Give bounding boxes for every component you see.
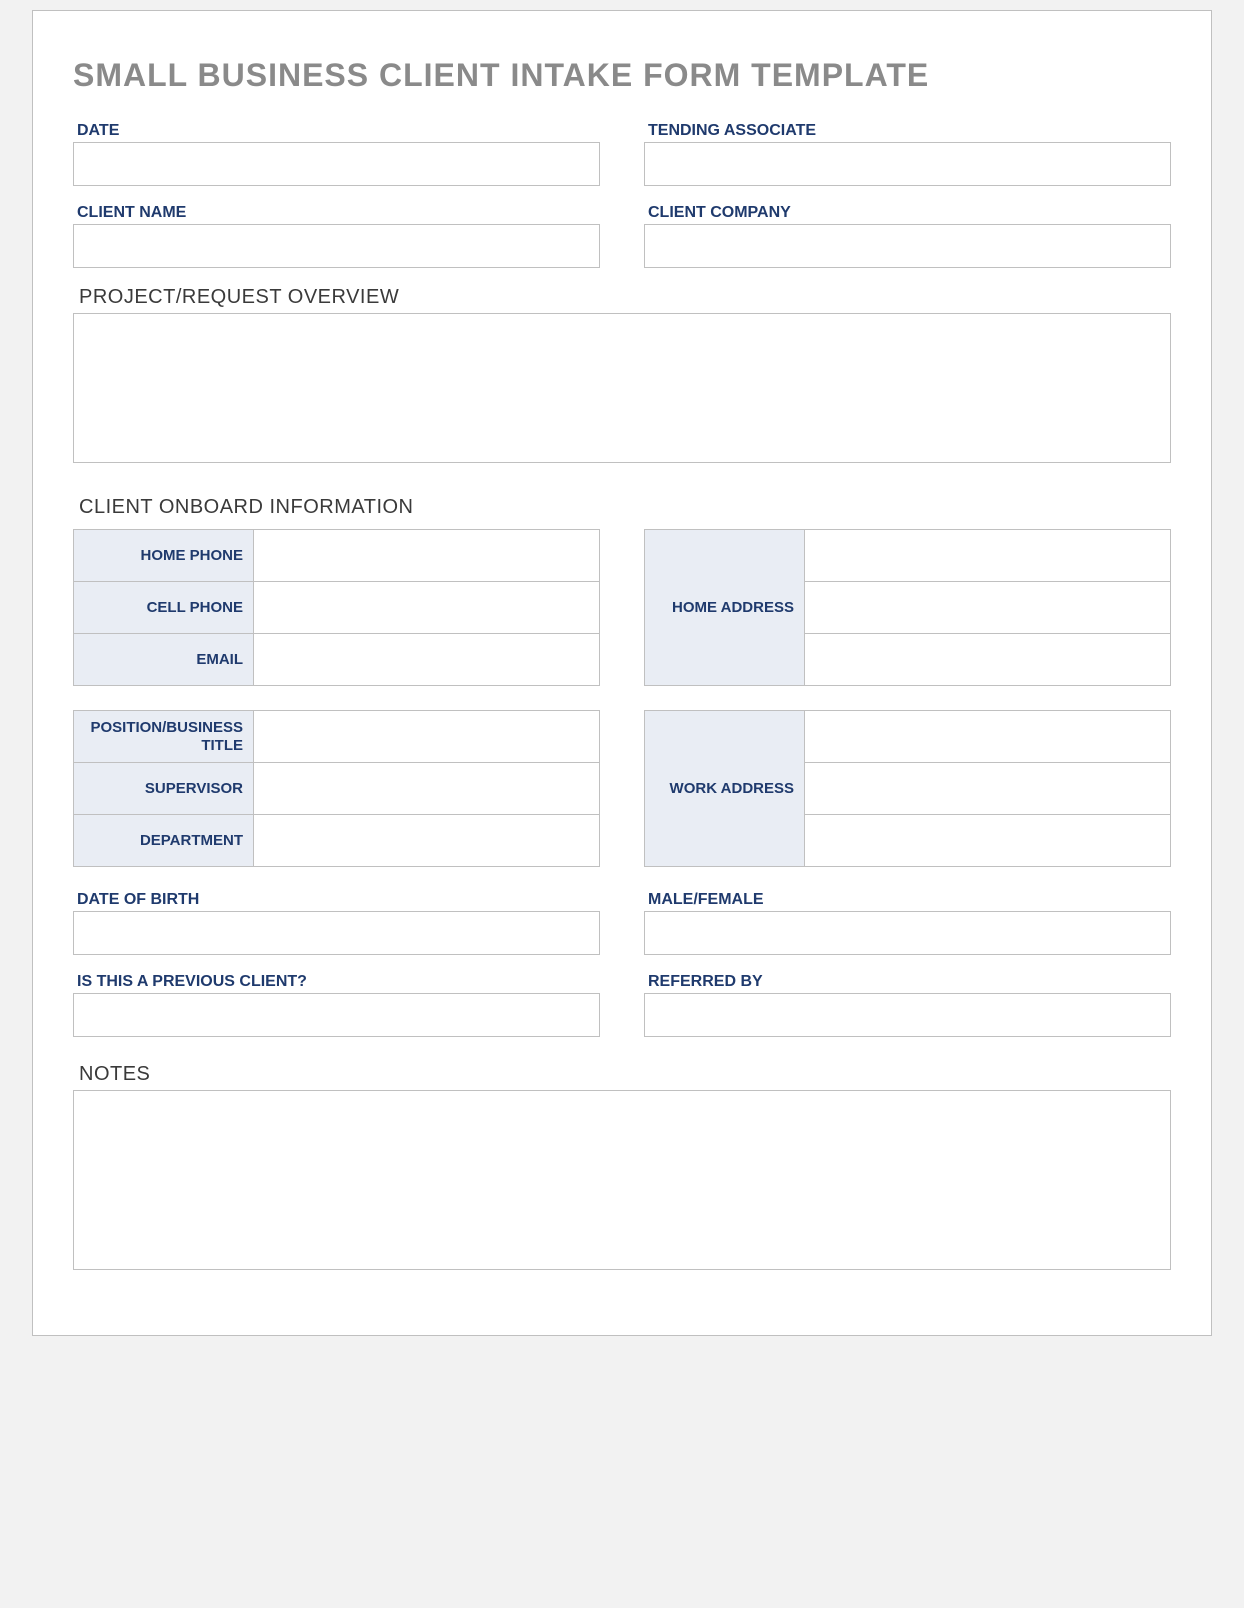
department-label: DEPARTMENT	[74, 815, 254, 867]
date-label: DATE	[77, 122, 600, 140]
onboard-group-1: HOME PHONE CELL PHONE EMAIL HOME ADDRESS	[73, 529, 1171, 686]
previous-client-label: IS THIS A PREVIOUS CLIENT?	[77, 973, 600, 991]
previous-client-field[interactable]	[73, 993, 600, 1037]
home-phone-label: HOME PHONE	[74, 530, 254, 582]
email-label: EMAIL	[74, 634, 254, 686]
onboard-group-2: POSITION/BUSINESS TITLE SUPERVISOR DEPAR…	[73, 710, 1171, 867]
home-address-line2[interactable]	[815, 585, 1164, 630]
overview-area[interactable]	[73, 313, 1171, 463]
date-field[interactable]	[73, 142, 600, 186]
cell-phone-label: CELL PHONE	[74, 582, 254, 634]
work-address-line3[interactable]	[815, 818, 1164, 863]
work-address-table: WORK ADDRESS	[644, 710, 1171, 867]
sex-label: MALE/FEMALE	[648, 891, 1171, 909]
work-address-label: WORK ADDRESS	[645, 711, 805, 867]
client-name-label: CLIENT NAME	[77, 204, 600, 222]
dob-label: DATE OF BIRTH	[77, 891, 600, 909]
email-field[interactable]	[264, 637, 593, 682]
work-address-line2[interactable]	[815, 766, 1164, 811]
associate-field[interactable]	[644, 142, 1171, 186]
position-label: POSITION/BUSINESS TITLE	[74, 711, 254, 763]
cell-phone-field[interactable]	[264, 585, 593, 630]
client-company-field[interactable]	[644, 224, 1171, 268]
document-page: SMALL BUSINESS CLIENT INTAKE FORM TEMPLA…	[32, 10, 1212, 1336]
contact-table: HOME PHONE CELL PHONE EMAIL	[73, 529, 600, 686]
top-row-2: CLIENT NAME CLIENT COMPANY	[73, 204, 1171, 268]
client-company-label: CLIENT COMPANY	[648, 204, 1171, 222]
top-row-1: DATE TENDING ASSOCIATE	[73, 122, 1171, 186]
notes-area[interactable]	[73, 1090, 1171, 1270]
overview-heading: PROJECT/REQUEST OVERVIEW	[79, 286, 1171, 309]
referred-by-label: REFERRED BY	[648, 973, 1171, 991]
home-address-table: HOME ADDRESS	[644, 529, 1171, 686]
home-address-line1[interactable]	[815, 533, 1164, 578]
associate-label: TENDING ASSOCIATE	[648, 122, 1171, 140]
dob-field[interactable]	[73, 911, 600, 955]
notes-heading: NOTES	[79, 1063, 1171, 1086]
work-info-table: POSITION/BUSINESS TITLE SUPERVISOR DEPAR…	[73, 710, 600, 867]
work-address-line1[interactable]	[815, 714, 1164, 759]
department-field[interactable]	[264, 818, 593, 863]
extra-row-1: DATE OF BIRTH MALE/FEMALE	[73, 891, 1171, 955]
home-phone-field[interactable]	[264, 533, 593, 578]
position-field[interactable]	[264, 714, 593, 759]
onboard-heading: CLIENT ONBOARD INFORMATION	[79, 496, 1171, 519]
supervisor-label: SUPERVISOR	[74, 763, 254, 815]
referred-by-field[interactable]	[644, 993, 1171, 1037]
home-address-line3[interactable]	[815, 637, 1164, 682]
client-name-field[interactable]	[73, 224, 600, 268]
extra-row-2: IS THIS A PREVIOUS CLIENT? REFERRED BY	[73, 973, 1171, 1037]
sex-field[interactable]	[644, 911, 1171, 955]
supervisor-field[interactable]	[264, 766, 593, 811]
page-title: SMALL BUSINESS CLIENT INTAKE FORM TEMPLA…	[73, 57, 1171, 94]
home-address-label: HOME ADDRESS	[645, 530, 805, 686]
